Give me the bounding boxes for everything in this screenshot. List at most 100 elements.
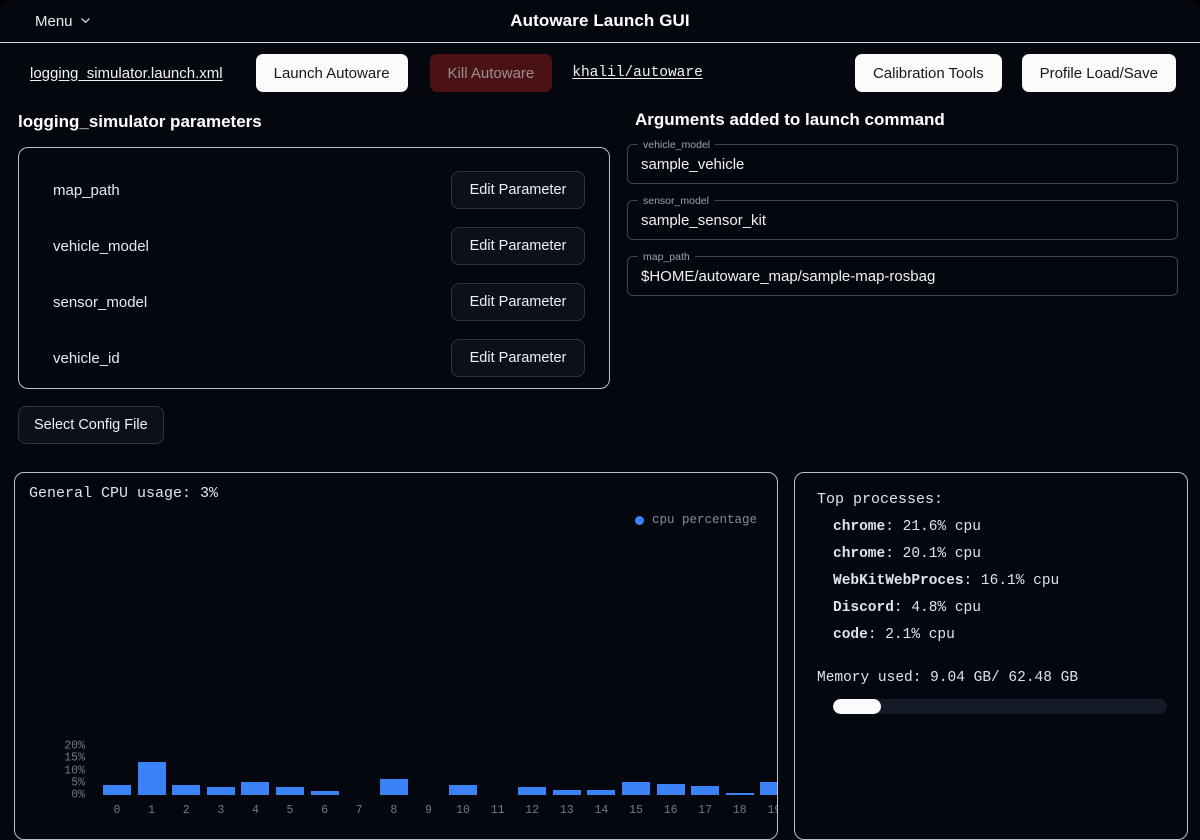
chart-bar: [311, 791, 339, 795]
arguments-column: Arguments added to launch command vehicl…: [610, 103, 1178, 312]
menu-label: Menu: [35, 13, 73, 30]
x-axis-tick-label: 3: [217, 804, 224, 817]
menu-button[interactable]: Menu: [30, 10, 96, 33]
process-cpu-value: : 4.8% cpu: [894, 600, 981, 616]
chart-bar: [657, 784, 685, 795]
chart-bar: [380, 779, 408, 795]
parameter-row: sensor_modelEdit Parameter: [35, 274, 591, 330]
chart-bar: [138, 762, 166, 795]
x-axis-tick-label: 17: [698, 804, 712, 817]
argument-field: vehicle_model: [627, 144, 1178, 184]
x-axis-tick-label: 19: [767, 804, 778, 817]
process-item: chrome: 21.6% cpu: [811, 519, 1171, 535]
chart-bar: [622, 782, 650, 795]
app-title: Autoware Launch GUI: [0, 11, 1200, 31]
main-content: logging_simulator parameters map_path Edi…: [0, 103, 1200, 444]
chart-bar: [553, 790, 581, 795]
x-axis-tick-label: 2: [183, 804, 190, 817]
app-window: Menu Autoware Launch GUI logging_simulat…: [0, 0, 1200, 840]
x-axis-tick-label: 15: [629, 804, 643, 817]
x-axis-tick-label: 11: [491, 804, 505, 817]
parameter-name: map_path: [53, 182, 120, 199]
x-axis-tick-label: 10: [456, 804, 470, 817]
edit-parameter-button[interactable]: Edit Parameter: [451, 339, 585, 377]
repository-link[interactable]: khalil/autoware: [572, 65, 703, 81]
process-name: chrome: [833, 546, 885, 562]
process-cpu-value: : 2.1% cpu: [868, 627, 955, 643]
arguments-title: Arguments added to launch command: [635, 110, 1178, 130]
chart-bar: [760, 782, 778, 795]
memory-progress-fill: [833, 699, 881, 714]
x-axis-tick-label: 12: [525, 804, 539, 817]
chart-bar: [276, 787, 304, 795]
argument-field: sensor_model: [627, 200, 1178, 240]
parameters-column: logging_simulator parameters map_path Edi…: [18, 103, 610, 444]
parameters-title: logging_simulator parameters: [18, 112, 610, 132]
launch-file-link[interactable]: logging_simulator.launch.xml: [30, 65, 223, 82]
profile-load-save-button[interactable]: Profile Load/Save: [1022, 54, 1176, 92]
process-cpu-value: : 20.1% cpu: [885, 546, 981, 562]
parameters-list-box: map_path Edit Parameter vehicle_model Edit …: [18, 147, 610, 389]
chart-bar: [241, 782, 269, 795]
top-processes-panel: Top processes: chrome: 21.6% cpuchrome: …: [794, 472, 1188, 840]
kill-autoware-button[interactable]: Kill Autoware: [430, 54, 553, 92]
toolbar: logging_simulator.launch.xml Launch Auto…: [0, 43, 1200, 103]
argument-field: map_path: [627, 256, 1178, 296]
chart-bar: [691, 786, 719, 795]
y-axis-tick-label: 10%: [39, 764, 85, 777]
argument-fields: vehicle_model sensor_model map_path: [627, 144, 1178, 296]
argument-field-input[interactable]: [627, 144, 1178, 184]
chart-bar: [726, 793, 754, 795]
x-axis-tick-label: 14: [594, 804, 608, 817]
process-name: code: [833, 627, 868, 643]
y-axis-tick-label: 0%: [39, 789, 85, 802]
x-axis-tick-label: 13: [560, 804, 574, 817]
chart-bar: [449, 785, 477, 795]
process-name: WebKitWebProces: [833, 573, 964, 589]
process-cpu-value: : 16.1% cpu: [964, 573, 1060, 589]
process-item: chrome: 20.1% cpu: [811, 546, 1171, 562]
calibration-tools-button[interactable]: Calibration Tools: [855, 54, 1002, 92]
x-axis-tick-label: 18: [733, 804, 747, 817]
edit-parameter-button[interactable]: Edit Parameter: [451, 227, 585, 265]
chart-bar: [518, 787, 546, 795]
y-axis-tick-label: 5%: [39, 776, 85, 789]
argument-field-input[interactable]: [627, 200, 1178, 240]
launch-autoware-button[interactable]: Launch Autoware: [256, 54, 408, 92]
parameter-row: Edit Parameter: [35, 386, 591, 388]
x-axis-tick-label: 7: [356, 804, 363, 817]
process-name: Discord: [833, 600, 894, 616]
chart-bar: [172, 785, 200, 795]
y-axis-tick-label: 15%: [39, 752, 85, 765]
parameters-scroll-area[interactable]: map_path Edit Parameter vehicle_model Edit …: [19, 148, 609, 388]
process-list: chrome: 21.6% cpuchrome: 20.1% cpuWebKit…: [811, 519, 1171, 643]
parameter-name: vehicle_id: [53, 350, 120, 367]
process-name: chrome: [833, 519, 885, 535]
process-item: code: 2.1% cpu: [811, 627, 1171, 643]
title-bar: Menu Autoware Launch GUI: [0, 0, 1200, 43]
x-axis-tick-label: 6: [321, 804, 328, 817]
parameter-row: map_path Edit Parameter: [35, 162, 591, 218]
chevron-down-icon: [80, 15, 91, 26]
y-axis-tick-label: 20%: [39, 740, 85, 753]
memory-progress-bar: [833, 699, 1167, 714]
process-item: Discord: 4.8% cpu: [811, 600, 1171, 616]
edit-parameter-button[interactable]: Edit Parameter: [451, 171, 585, 209]
memory-used-label: Memory used: 9.04 GB/ 62.48 GB: [811, 670, 1171, 686]
edit-parameter-button[interactable]: Edit Parameter: [451, 283, 585, 321]
x-axis-tick-label: 1: [148, 804, 155, 817]
select-config-file-button[interactable]: Select Config File: [18, 406, 164, 444]
x-axis-tick-label: 4: [252, 804, 259, 817]
process-item: WebKitWebProces: 16.1% cpu: [811, 573, 1171, 589]
x-axis-tick-label: 9: [425, 804, 432, 817]
argument-field-input[interactable]: [627, 256, 1178, 296]
cpu-bar-chart: 0%5%10%15%20%012345678910111213141516171…: [15, 473, 778, 840]
chart-bar: [103, 785, 131, 795]
x-axis-tick-label: 8: [390, 804, 397, 817]
top-processes-title: Top processes:: [811, 491, 1171, 508]
parameter-name: vehicle_model: [53, 238, 149, 255]
cpu-usage-panel: General CPU usage: 3% cpu percentage 0%5…: [14, 472, 778, 840]
x-axis-tick-label: 16: [664, 804, 678, 817]
x-axis-tick-label: 0: [114, 804, 121, 817]
process-cpu-value: : 21.6% cpu: [885, 519, 981, 535]
